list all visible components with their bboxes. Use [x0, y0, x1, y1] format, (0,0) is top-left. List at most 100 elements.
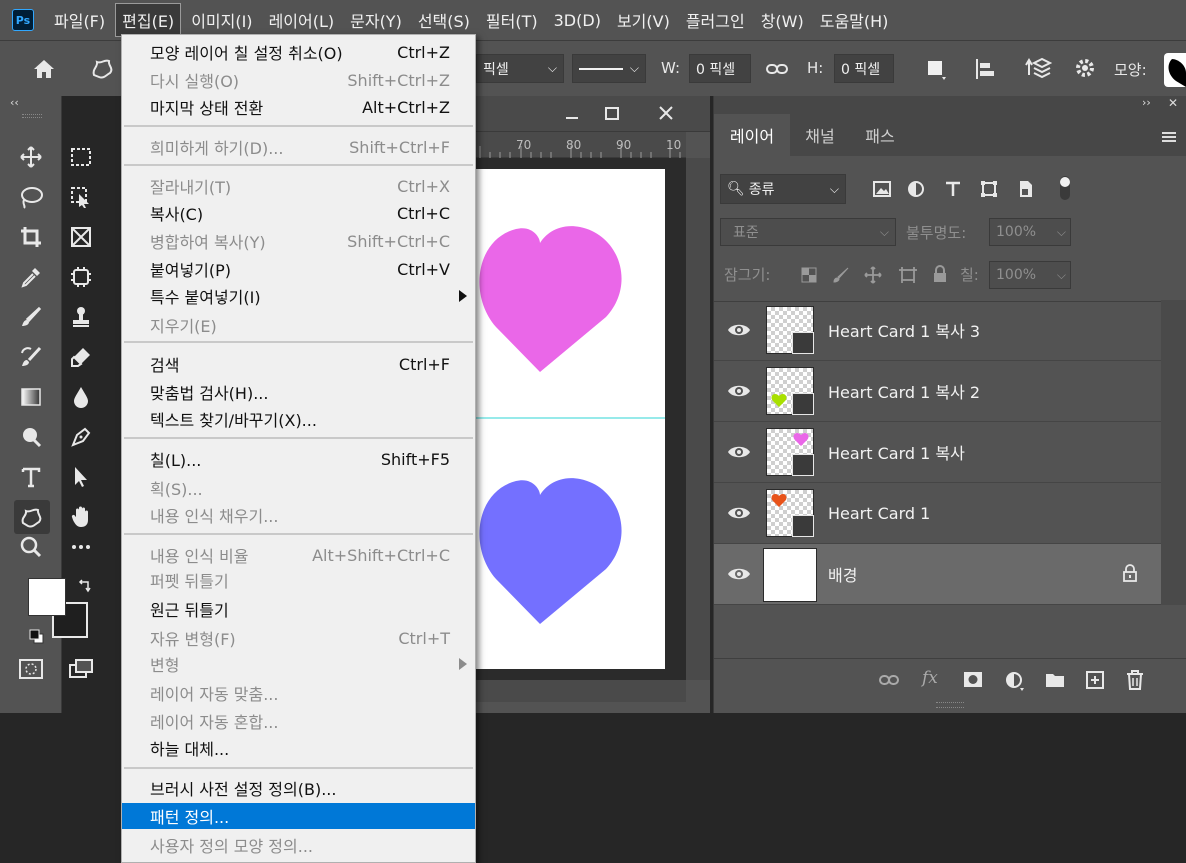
menu-3d[interactable]: 3D(D)	[548, 7, 607, 34]
menu-item-copy[interactable]: 복사(C) Ctrl+C	[122, 200, 475, 226]
clone-stamp-tool-icon[interactable]	[66, 302, 96, 332]
tab-layers[interactable]: 레이어	[714, 114, 790, 156]
new-layer-icon[interactable]	[1084, 670, 1106, 690]
history-brush-tool-icon[interactable]	[16, 342, 46, 372]
menu-item-free-transform[interactable]: 자유 변형(F) Ctrl+T	[122, 625, 475, 651]
layer-row[interactable]: Heart Card 1 복사 2	[714, 361, 1161, 422]
adjustment-layer-icon[interactable]	[1004, 670, 1026, 692]
home-icon[interactable]	[30, 55, 58, 83]
menu-item-fill[interactable]: 칠(L)... Shift+F5	[122, 446, 475, 472]
collapse-toolbar-icon[interactable]: ‹‹	[10, 96, 19, 109]
foreground-color-swatch[interactable]	[28, 578, 66, 616]
link-layers-icon[interactable]	[878, 670, 900, 690]
add-mask-icon[interactable]	[962, 670, 984, 690]
group-folder-icon[interactable]	[1044, 670, 1066, 690]
menu-item-fade[interactable]: 희미하게 하기(D)... Shift+Ctrl+F	[122, 134, 475, 160]
layer-name[interactable]: Heart Card 1 복사	[828, 440, 965, 464]
gradient-tool-icon[interactable]	[16, 382, 46, 412]
screen-mode-icon[interactable]	[66, 654, 96, 684]
lock-position-icon[interactable]	[864, 266, 882, 284]
panel-menu-icon[interactable]	[1160, 130, 1178, 144]
menu-item-search[interactable]: 검색 Ctrl+F	[122, 351, 475, 377]
menu-window[interactable]: 창(W)	[755, 4, 810, 36]
filter-adjustment-icon[interactable]	[906, 180, 926, 198]
menu-item-undo[interactable]: 모양 레이어 칠 설정 취소(O) Ctrl+Z	[122, 39, 475, 65]
menu-item-content-aware-fill[interactable]: 내용 인식 채우기...	[122, 502, 475, 528]
blur-tool-icon[interactable]	[66, 382, 96, 412]
menu-select[interactable]: 선택(S)	[412, 4, 476, 36]
menu-type[interactable]: 문자(Y)	[344, 4, 408, 36]
menu-item-toggle-last-state[interactable]: 마지막 상태 전환 Alt+Ctrl+Z	[122, 94, 475, 120]
custom-shape-tool-button[interactable]	[14, 500, 50, 534]
custom-shape-tool-icon[interactable]	[88, 55, 118, 83]
tab-channels[interactable]: 채널	[790, 114, 850, 156]
toolbar-grip[interactable]	[22, 114, 42, 118]
tab-paths[interactable]: 패스	[850, 114, 910, 156]
menu-item-cut[interactable]: 잘라내기(T) Ctrl+X	[122, 173, 475, 199]
layer-thumbnail[interactable]	[766, 367, 814, 415]
shape-picker[interactable]	[1164, 53, 1186, 87]
filter-smart-object-icon[interactable]	[1016, 180, 1036, 198]
gear-icon[interactable]	[1072, 55, 1100, 83]
menu-item-define-brush-preset[interactable]: 브러시 사전 설정 정의(B)...	[122, 775, 475, 801]
blend-mode-select[interactable]: 표준 ⌵	[720, 218, 896, 246]
visibility-eye-icon[interactable]	[726, 442, 752, 462]
menu-item-content-aware-scale[interactable]: 내용 인식 비율 Alt+Shift+Ctrl+C	[122, 542, 475, 568]
menu-item-puppet-warp[interactable]: 퍼펫 뒤틀기	[122, 567, 475, 593]
menu-item-transform[interactable]: 변형	[122, 651, 475, 677]
menu-filter[interactable]: 필터(T)	[480, 4, 544, 36]
layer-name[interactable]: Heart Card 1 복사 3	[828, 318, 980, 342]
fill-input[interactable]: 100% ⌵	[989, 261, 1071, 289]
quick-mask-icon[interactable]	[16, 654, 46, 684]
hand-tool-icon[interactable]	[66, 502, 96, 532]
menu-item-copy-merged[interactable]: 병합하여 복사(Y) Shift+Ctrl+C	[122, 228, 475, 254]
object-selection-tool-icon[interactable]	[66, 182, 96, 212]
marquee-tool-icon[interactable]	[66, 142, 96, 172]
layer-name[interactable]: Heart Card 1	[828, 504, 930, 523]
layer-row[interactable]: Heart Card 1	[714, 483, 1161, 544]
collapse-panel-icon[interactable]: ››	[1142, 96, 1151, 109]
dodge-tool-icon[interactable]	[16, 422, 46, 452]
stroke-type-select[interactable]: ⌵	[572, 54, 646, 83]
maximize-icon[interactable]	[598, 102, 626, 126]
menu-item-stroke[interactable]: 획(S)...	[122, 475, 475, 501]
lock-pixels-icon[interactable]	[832, 266, 850, 284]
crop-tool-icon[interactable]	[16, 222, 46, 252]
move-tool-icon[interactable]	[16, 142, 46, 172]
lock-transparent-icon[interactable]	[800, 266, 818, 284]
layer-filter-select[interactable]: 🔍︎ 종류 ⌵	[720, 174, 846, 204]
more-tools-icon[interactable]	[66, 532, 96, 562]
height-input[interactable]: 0 픽셀	[834, 54, 894, 83]
lock-all-icon[interactable]	[931, 264, 949, 284]
menu-item-paste-special[interactable]: 특수 붙여넣기(I)	[122, 283, 475, 309]
filter-shape-icon[interactable]	[979, 180, 999, 198]
document-canvas[interactable]	[476, 169, 665, 669]
menu-item-auto-align-layers[interactable]: 레이어 자동 맞춤...	[122, 680, 475, 706]
lasso-tool-icon[interactable]	[16, 182, 46, 212]
visibility-eye-icon[interactable]	[726, 564, 752, 584]
layer-name[interactable]: 배경	[828, 562, 857, 586]
filter-pixel-icon[interactable]	[872, 180, 892, 198]
visibility-eye-icon[interactable]	[726, 320, 752, 340]
horizontal-scrollbar[interactable]	[476, 680, 686, 702]
vertical-scrollbar[interactable]	[686, 158, 710, 680]
menu-item-check-spelling[interactable]: 맞춤법 검사(H)...	[122, 379, 475, 405]
eyedropper-tool-icon[interactable]	[16, 262, 46, 292]
lock-artboard-icon[interactable]	[898, 266, 918, 284]
menu-file[interactable]: 파일(F)	[48, 4, 111, 36]
path-align-select[interactable]: 픽셀 ⌵	[476, 54, 564, 83]
layer-row-selected[interactable]: 배경	[714, 544, 1161, 605]
zoom-tool-icon[interactable]	[16, 532, 46, 562]
spot-healing-tool-icon[interactable]	[66, 262, 96, 292]
layer-thumbnail[interactable]	[766, 428, 814, 476]
menu-item-paste[interactable]: 붙여넣기(P) Ctrl+V	[122, 256, 475, 282]
layer-style-fx-icon[interactable]: fx	[922, 668, 944, 690]
width-input[interactable]: 0 픽셀	[689, 54, 751, 83]
layer-thumbnail[interactable]	[763, 548, 817, 602]
link-icon[interactable]	[764, 59, 790, 79]
canvas-area[interactable]	[476, 158, 686, 680]
trash-icon[interactable]	[1124, 669, 1146, 691]
path-selection-tool-icon[interactable]	[66, 462, 96, 492]
opacity-input[interactable]: 100% ⌵	[989, 218, 1071, 246]
pen-tool-icon[interactable]	[66, 422, 96, 452]
